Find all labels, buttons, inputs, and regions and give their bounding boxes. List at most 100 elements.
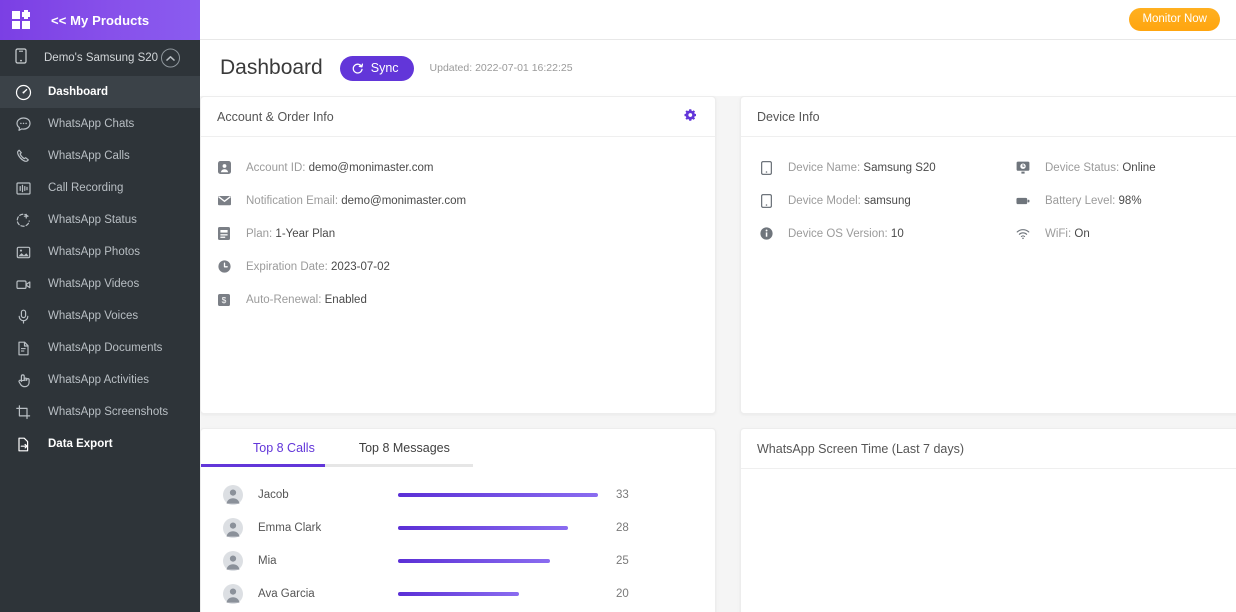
device-info-card: Device Info Device Name: Samsung S20	[740, 96, 1236, 414]
account-info-text: Account ID: demo@monimaster.com	[246, 162, 433, 174]
account-card-title: Account & Order Info	[217, 110, 334, 124]
monitor-clock-icon	[1016, 161, 1030, 175]
bar-fill	[398, 526, 568, 530]
list-item[interactable]: Jacob 33	[201, 478, 715, 511]
user-icon	[217, 161, 231, 175]
gear-icon[interactable]	[684, 109, 699, 124]
battery-icon	[1016, 194, 1030, 208]
contact-name: Emma Clark	[258, 522, 398, 534]
account-info-list: Account ID: demo@monimaster.com Notifica…	[201, 137, 715, 316]
brand-header[interactable]: << My Products	[0, 0, 200, 40]
device-info-text: Battery Level: 98%	[1045, 195, 1142, 207]
account-order-info-card: Account & Order Info Account ID: demo@mo…	[200, 96, 716, 414]
chat-bubble-icon	[14, 115, 32, 133]
device-info-text: Device Name: Samsung S20	[788, 162, 936, 174]
sidebar-item-label: WhatsApp Videos	[48, 278, 139, 290]
bar-fill	[398, 493, 598, 497]
chevron-up-circle-icon[interactable]	[161, 49, 180, 68]
device-info-text: Device OS Version: 10	[788, 228, 904, 240]
top-bar: Monitor Now	[200, 0, 1236, 40]
contact-count: 25	[616, 555, 629, 567]
sidebar-item-call-recording[interactable]: Call Recording	[0, 172, 200, 204]
account-info-row: Expiration Date: 2023-07-02	[201, 250, 715, 283]
screen-time-card-header: WhatsApp Screen Time (Last 7 days)	[741, 429, 1236, 469]
account-info-row: Plan: 1-Year Plan	[201, 217, 715, 250]
sidebar-item-label: Call Recording	[48, 182, 123, 194]
monitor-now-button[interactable]: Monitor Now	[1129, 8, 1220, 31]
device-info-text: Device Status: Online	[1045, 162, 1156, 174]
refresh-icon	[351, 62, 364, 75]
sidebar-device-label: Demo's Samsung S20	[44, 52, 158, 64]
list-item[interactable]: Ava Garcia 20	[201, 577, 715, 610]
person-avatar-icon	[223, 485, 243, 505]
app-root: << My Products Demo's Samsung S20 Dashbo…	[0, 0, 1236, 612]
sync-button-label: Sync	[371, 61, 399, 75]
clock-icon	[217, 260, 231, 274]
tab-top-8-calls[interactable]: Top 8 Calls	[231, 429, 337, 467]
sidebar-item-whatsapp-calls[interactable]: WhatsApp Calls	[0, 140, 200, 172]
sidebar-device-selector[interactable]: Demo's Samsung S20	[0, 40, 200, 76]
waveform-icon	[14, 179, 32, 197]
phone-handset-icon	[14, 147, 32, 165]
device-info-text: WiFi: On	[1045, 228, 1090, 240]
dollar-icon: $	[217, 293, 231, 307]
phone-icon	[759, 194, 773, 208]
screen-time-card: WhatsApp Screen Time (Last 7 days)	[740, 428, 1236, 612]
contact-count: 33	[616, 489, 629, 501]
sidebar: << My Products Demo's Samsung S20 Dashbo…	[0, 0, 200, 612]
video-camera-icon	[14, 275, 32, 293]
account-info-row: Notification Email: demo@monimaster.com	[201, 184, 715, 217]
document-icon	[14, 339, 32, 357]
bar-track	[398, 559, 598, 563]
top-contacts-card: Top 8 Calls Top 8 Messages Jacob 33	[200, 428, 716, 612]
device-card-title: Device Info	[757, 110, 820, 124]
wifi-icon	[1016, 227, 1030, 241]
tab-active-indicator	[201, 464, 325, 467]
sidebar-item-whatsapp-chats[interactable]: WhatsApp Chats	[0, 108, 200, 140]
device-info-row: Device Model: samsung	[741, 184, 998, 217]
sidebar-item-label: WhatsApp Photos	[48, 246, 140, 258]
bar-track	[398, 592, 598, 596]
envelope-icon	[217, 194, 231, 208]
bar-track	[398, 493, 598, 497]
sidebar-item-whatsapp-activities[interactable]: WhatsApp Activities	[0, 364, 200, 396]
sidebar-item-whatsapp-voices[interactable]: WhatsApp Voices	[0, 300, 200, 332]
sidebar-item-label: WhatsApp Chats	[48, 118, 134, 130]
sidebar-item-whatsapp-documents[interactable]: WhatsApp Documents	[0, 332, 200, 364]
person-avatar-icon	[223, 584, 243, 604]
account-info-text: Auto-Renewal: Enabled	[246, 294, 367, 306]
sidebar-item-dashboard[interactable]: Dashboard	[0, 76, 200, 108]
top-contacts-list: Jacob 33 Emma Clark 28	[201, 467, 715, 610]
screen-time-chart-area	[741, 469, 1236, 612]
device-info-row: WiFi: On	[998, 217, 1236, 250]
phone-icon	[14, 48, 28, 69]
main-content: Monitor Now Dashboard Sync Updated: 2022…	[200, 0, 1236, 612]
export-file-icon	[14, 435, 32, 453]
person-avatar-icon	[223, 551, 243, 571]
bar-fill	[398, 559, 550, 563]
contact-name: Mia	[258, 555, 398, 567]
sidebar-item-label: WhatsApp Screenshots	[48, 406, 168, 418]
sidebar-item-label: WhatsApp Documents	[48, 342, 162, 354]
list-item[interactable]: Mia 25	[201, 544, 715, 577]
sidebar-item-whatsapp-photos[interactable]: WhatsApp Photos	[0, 236, 200, 268]
cards-grid: Account & Order Info Account ID: demo@mo…	[200, 96, 1236, 612]
account-info-text: Plan: 1-Year Plan	[246, 228, 335, 240]
sidebar-item-whatsapp-screenshots[interactable]: WhatsApp Screenshots	[0, 396, 200, 428]
sync-button[interactable]: Sync	[340, 56, 414, 81]
contact-count: 20	[616, 588, 629, 600]
device-info-right-column: Device Status: Online Battery Level: 98%	[998, 151, 1236, 250]
tab-top-8-messages[interactable]: Top 8 Messages	[337, 429, 472, 467]
device-info-text: Device Model: samsung	[788, 195, 911, 207]
account-info-text: Notification Email: demo@monimaster.com	[246, 195, 466, 207]
phone-icon	[759, 161, 773, 175]
hand-pointer-icon	[14, 371, 32, 389]
sidebar-item-whatsapp-videos[interactable]: WhatsApp Videos	[0, 268, 200, 300]
sidebar-item-data-export[interactable]: Data Export	[0, 428, 200, 460]
device-info-left-column: Device Name: Samsung S20 Device Model: s…	[741, 151, 998, 250]
list-item[interactable]: Emma Clark 28	[201, 511, 715, 544]
device-card-header: Device Info	[741, 97, 1236, 137]
person-avatar-icon	[223, 518, 243, 538]
sidebar-item-whatsapp-status[interactable]: WhatsApp Status	[0, 204, 200, 236]
bar-track	[398, 526, 598, 530]
